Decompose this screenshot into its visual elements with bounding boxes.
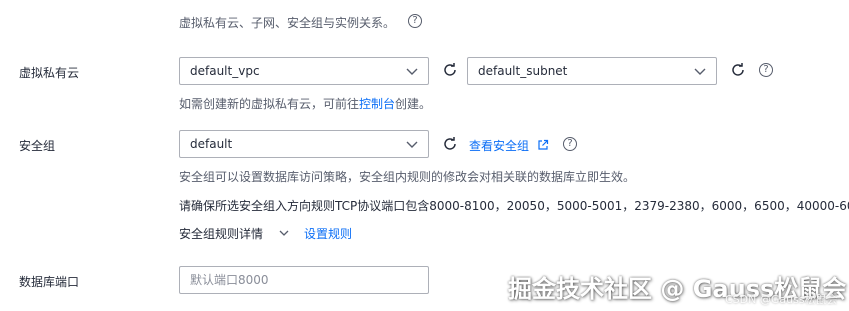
security-group-description: 安全组可以设置数据库访问策略，安全组内规则的修改会对相关联的数据库立即生效。 bbox=[179, 170, 636, 184]
database-port-input[interactable] bbox=[179, 266, 429, 294]
chevron-down-icon bbox=[406, 141, 418, 148]
help-icon[interactable]: ? bbox=[408, 14, 422, 28]
chevron-down-icon bbox=[694, 68, 706, 75]
view-security-group-text: 查看安全组 bbox=[469, 139, 530, 153]
external-link-icon bbox=[538, 139, 548, 150]
chevron-down-icon bbox=[279, 230, 289, 236]
console-link[interactable]: 控制台 bbox=[359, 97, 395, 111]
vpc-select-value: default_vpc bbox=[190, 64, 260, 78]
help-icon[interactable]: ? bbox=[563, 137, 577, 151]
security-group-value: default bbox=[190, 137, 233, 151]
vpc-hint-prefix: 如需创建新的虚拟私有云，可前往 bbox=[179, 97, 360, 111]
port-rule-warning: 请确保所选安全组入方向规则TCP协议端口包含8000-8100，20050，50… bbox=[179, 199, 849, 213]
vpc-select[interactable]: default_vpc bbox=[179, 57, 429, 85]
rule-details-toggle[interactable]: 安全组规则详情 bbox=[179, 225, 289, 242]
top-note-text: 虚拟私有云、子网、安全组与实例关系。 bbox=[179, 16, 396, 30]
vpc-hint-suffix: 创建。 bbox=[395, 97, 432, 111]
vpc-label: 虚拟私有云 bbox=[19, 66, 80, 80]
database-port-label: 数据库端口 bbox=[19, 275, 80, 289]
security-group-select[interactable]: default bbox=[179, 130, 429, 158]
refresh-icon[interactable] bbox=[442, 62, 458, 78]
rule-details-label: 安全组规则详情 bbox=[179, 227, 264, 241]
refresh-icon[interactable] bbox=[730, 62, 746, 78]
watermark-faint-text: CSDN @Gauss松鼠会 bbox=[725, 293, 838, 306]
security-group-label: 安全组 bbox=[19, 139, 56, 153]
chevron-down-icon bbox=[406, 68, 418, 75]
view-security-group-link[interactable]: 查看安全组 bbox=[469, 137, 549, 154]
set-rules-link[interactable]: 设置规则 bbox=[304, 225, 352, 242]
subnet-select[interactable]: default_subnet bbox=[467, 57, 717, 85]
refresh-icon[interactable] bbox=[442, 136, 458, 152]
subnet-select-value: default_subnet bbox=[478, 64, 568, 78]
vpc-hint: 如需创建新的虚拟私有云，可前往控制台创建。 bbox=[179, 95, 431, 112]
help-icon[interactable]: ? bbox=[759, 63, 773, 77]
